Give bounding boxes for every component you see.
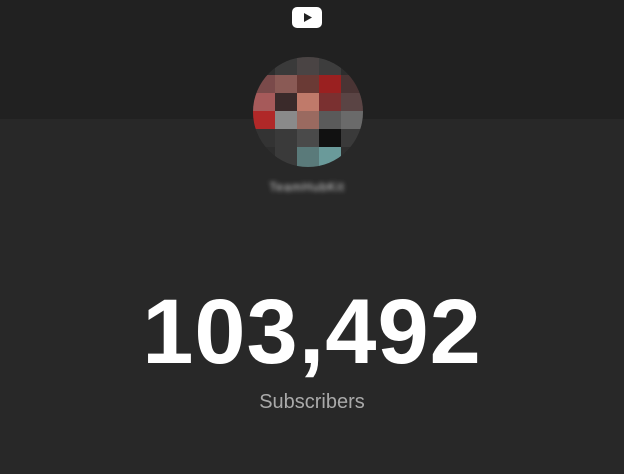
channel-name: TeamHubKit: [269, 180, 345, 194]
subscriber-label: Subscribers: [259, 391, 365, 413]
subscriber-count: 103,492: [142, 281, 482, 383]
youtube-play-icon: [292, 7, 322, 28]
channel-avatar-icon: [253, 57, 363, 167]
subscriber-counter-page: TeamHubKit 103,492 Subscribers: [0, 0, 624, 474]
